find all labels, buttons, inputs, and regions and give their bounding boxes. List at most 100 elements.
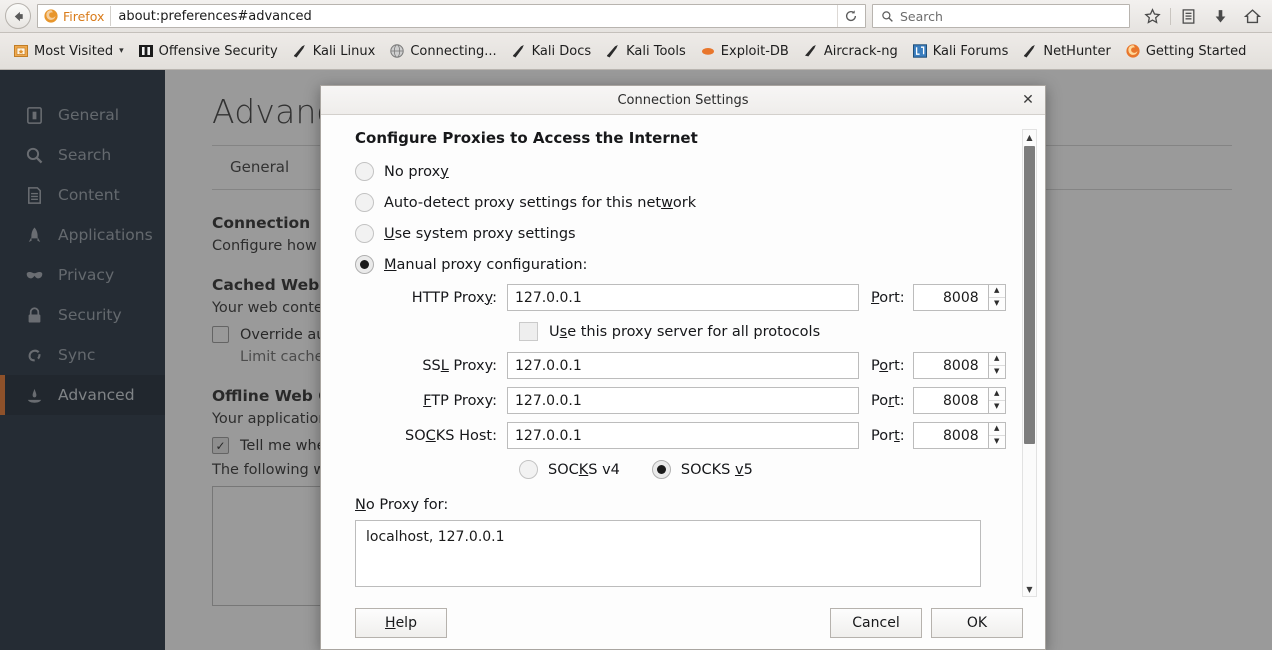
checkbox-all-protocols[interactable] xyxy=(519,322,538,341)
radio-no-proxy[interactable] xyxy=(355,162,374,181)
spinner-up-icon[interactable]: ▲ xyxy=(988,285,1005,298)
forums-icon xyxy=(912,44,927,58)
bookmark-label: Kali Tools xyxy=(626,43,686,59)
ftp-port-stepper[interactable]: ▲ ▼ xyxy=(987,387,1006,414)
field-row-socks-host: SOCKS Host: 127.0.0.1 Port: 8008 ▲ ▼ xyxy=(355,418,1006,453)
spinner-down-icon[interactable]: ▼ xyxy=(989,366,1005,379)
dialog-footer: Help Cancel OK xyxy=(321,597,1045,649)
globe-icon xyxy=(390,44,405,58)
url-text[interactable]: about:preferences#advanced xyxy=(111,9,837,24)
close-icon[interactable]: ✕ xyxy=(1019,91,1037,109)
http-proxy-input[interactable]: 127.0.0.1 xyxy=(507,284,859,311)
no-proxy-textarea[interactable]: localhost, 127.0.0.1 xyxy=(355,520,981,587)
bookmark-item-kali-linux[interactable]: Kali Linux xyxy=(285,40,383,62)
dialog-body: Configure Proxies to Access the Internet… xyxy=(321,115,1045,649)
scrollbar-track[interactable] xyxy=(1023,144,1036,582)
radio-socks-v5[interactable] xyxy=(651,460,671,479)
http-port-spinner[interactable]: 8008 ▲ ▼ xyxy=(912,284,1006,311)
bookmark-label: Kali Linux xyxy=(312,43,376,59)
home-icon[interactable] xyxy=(1238,3,1267,29)
reload-icon[interactable] xyxy=(837,5,863,27)
chevron-down-icon[interactable]: ▾ xyxy=(119,46,124,56)
no-proxy-label: No Proxy for: xyxy=(355,497,449,513)
field-row-ftp-proxy: FTP Proxy: 127.0.0.1 Port: 8008 ▲ ▼ xyxy=(355,383,1006,418)
ssl-proxy-label: SSL Proxy: xyxy=(422,357,497,374)
ftp-proxy-input[interactable]: 127.0.0.1 xyxy=(507,387,859,414)
radio-label-no-proxy: No proxy xyxy=(384,163,449,180)
radio-label-socks-v4: SOCKS v4 xyxy=(548,461,620,478)
radio-row-no-proxy[interactable]: No proxy xyxy=(355,156,998,187)
offsec-icon xyxy=(138,45,153,57)
ssl-proxy-input[interactable]: 127.0.0.1 xyxy=(507,352,859,379)
socks-port-stepper[interactable]: ▲ ▼ xyxy=(987,422,1006,449)
help-button[interactable]: Help xyxy=(355,608,447,638)
http-port-stepper[interactable]: ▲ ▼ xyxy=(987,284,1006,311)
search-icon xyxy=(882,10,893,22)
all-protocols-checkbox-row[interactable]: Use this proxy server for all protocols xyxy=(519,315,998,348)
bookmark-item-most-visited[interactable]: Most Visited ▾ xyxy=(6,40,131,62)
library-icon[interactable] xyxy=(1174,3,1203,29)
reload-glyph xyxy=(845,10,856,22)
radio-manual-proxy[interactable] xyxy=(355,255,374,274)
scrollbar-thumb[interactable] xyxy=(1024,146,1035,444)
identity-label: Firefox xyxy=(63,8,105,24)
ok-button[interactable]: OK xyxy=(931,608,1023,638)
identity-box[interactable]: Firefox xyxy=(40,6,112,26)
bookmark-item-offensive-security[interactable]: Offensive Security xyxy=(131,40,285,62)
bookmark-item-kali-forums[interactable]: Kali Forums xyxy=(905,40,1016,62)
radio-label-manual: Manual proxy configuration: xyxy=(384,256,588,273)
radio-row-auto-detect[interactable]: Auto-detect proxy settings for this netw… xyxy=(355,187,998,218)
toolbar-separator xyxy=(1170,7,1171,25)
radio-row-manual[interactable]: Manual proxy configuration: xyxy=(355,249,998,280)
spinner-down-icon[interactable]: ▼ xyxy=(989,436,1005,449)
bookmark-item-nethunter[interactable]: NetHunter xyxy=(1015,40,1118,62)
search-bar[interactable]: Search xyxy=(872,4,1130,28)
dialog-scrollbar[interactable]: ▲ ▼ xyxy=(1022,129,1037,597)
bookmark-item-aircrack-ng[interactable]: Aircrack-ng xyxy=(796,40,905,62)
socks-host-input[interactable]: 127.0.0.1 xyxy=(507,422,859,449)
connection-settings-dialog: Connection Settings ✕ Configure Proxies … xyxy=(320,85,1046,650)
bookmarks-toolbar: Most Visited ▾ Offensive Security Kali L… xyxy=(0,33,1272,70)
back-arrow-icon[interactable] xyxy=(5,3,31,29)
spinner-down-icon[interactable]: ▼ xyxy=(989,401,1005,414)
bookmark-label: NetHunter xyxy=(1043,43,1111,59)
spinner-down-icon[interactable]: ▼ xyxy=(989,298,1005,311)
spinner-up-icon[interactable]: ▲ xyxy=(988,423,1005,436)
chevron-up-icon[interactable]: ▲ xyxy=(1023,130,1036,144)
bookmark-item-kali-docs[interactable]: Kali Docs xyxy=(504,40,599,62)
folder-star-icon xyxy=(14,45,28,57)
spinner-up-icon[interactable]: ▲ xyxy=(988,388,1005,401)
ftp-port-spinner[interactable]: 8008 ▲ ▼ xyxy=(912,387,1006,414)
ssl-port-stepper[interactable]: ▲ ▼ xyxy=(987,352,1006,379)
download-arrow-glyph xyxy=(1215,9,1226,22)
socks-version-row: SOCKS v4 SOCKS v5 xyxy=(519,453,998,486)
bookmark-label: Offensive Security xyxy=(158,43,278,59)
radio-label-system-proxy: Use system proxy settings xyxy=(384,225,576,242)
radio-row-system-proxy[interactable]: Use system proxy settings xyxy=(355,218,998,249)
navigation-toolbar: Firefox about:preferences#advanced Searc… xyxy=(0,0,1272,33)
bookmark-item-kali-tools[interactable]: Kali Tools xyxy=(598,40,693,62)
ftp-port-input[interactable]: 8008 xyxy=(912,387,988,414)
socks-port-input[interactable]: 8008 xyxy=(912,422,988,449)
cancel-button[interactable]: Cancel xyxy=(830,608,922,638)
bookmark-label: Aircrack-ng xyxy=(823,43,898,59)
chevron-down-icon[interactable]: ▼ xyxy=(1023,582,1036,596)
downloads-icon[interactable] xyxy=(1206,3,1235,29)
bookmark-item-exploit-db[interactable]: Exploit-DB xyxy=(693,40,796,62)
radio-system-proxy[interactable] xyxy=(355,224,374,243)
spinner-up-icon[interactable]: ▲ xyxy=(988,353,1005,366)
bookmark-item-connecting[interactable]: Connecting... xyxy=(382,40,503,62)
radio-label-socks-v5: SOCKS v5 xyxy=(680,461,753,478)
bookmark-item-getting-started[interactable]: Getting Started xyxy=(1118,40,1254,62)
radio-auto-detect[interactable] xyxy=(355,193,374,212)
radio-label-auto-detect: Auto-detect proxy settings for this netw… xyxy=(384,194,697,211)
field-row-http-proxy: HTTP Proxy: 127.0.0.1 Port: 8008 ▲ ▼ xyxy=(355,280,1006,315)
radio-socks-v4[interactable] xyxy=(519,460,538,479)
http-port-input[interactable]: 8008 xyxy=(912,284,988,311)
bookmark-star-icon[interactable] xyxy=(1138,3,1167,29)
address-bar[interactable]: Firefox about:preferences#advanced xyxy=(37,4,866,28)
socks-port-spinner[interactable]: 8008 ▲ ▼ xyxy=(912,422,1006,449)
ssl-port-spinner[interactable]: 8008 ▲ ▼ xyxy=(912,352,1006,379)
ssl-port-input[interactable]: 8008 xyxy=(912,352,988,379)
kali-dragon-icon xyxy=(606,45,618,58)
